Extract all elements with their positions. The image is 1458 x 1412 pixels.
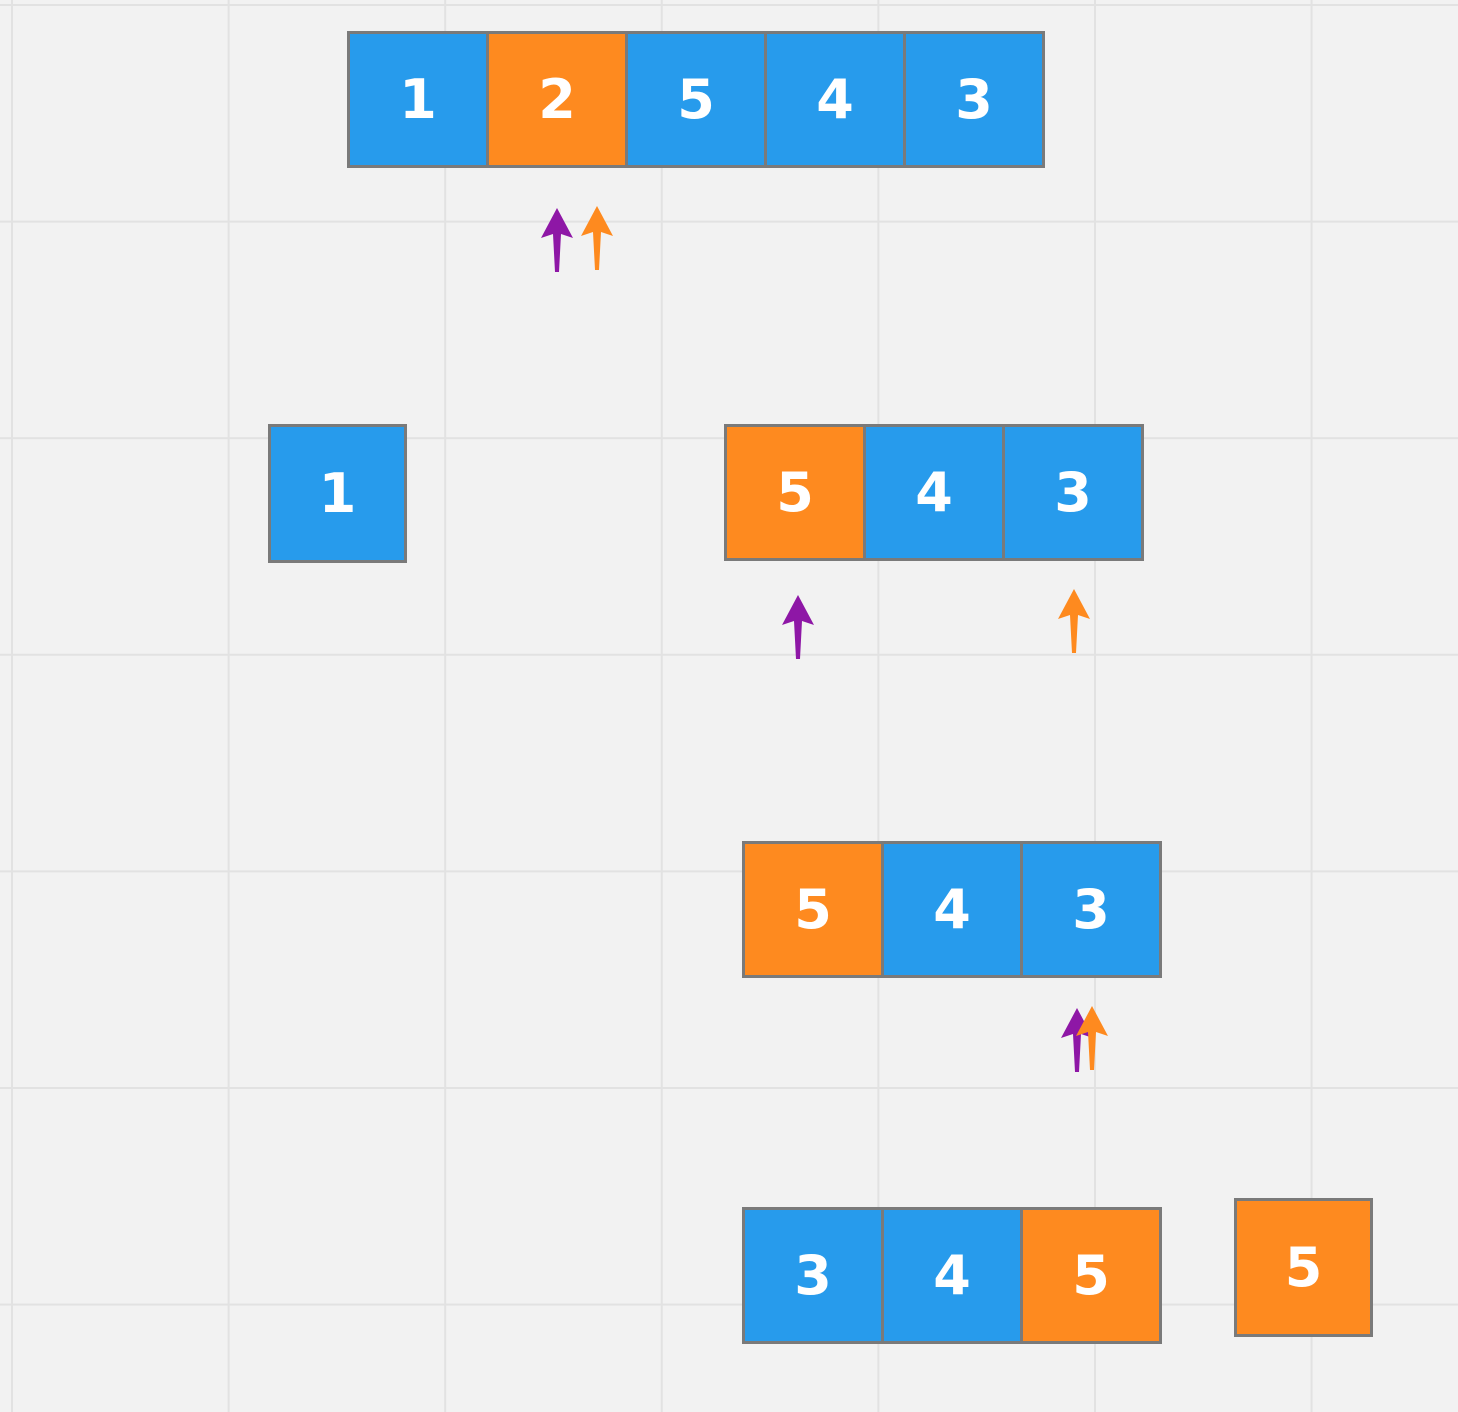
stage4-right-block: 5: [1234, 1198, 1373, 1337]
stage1-cell-2: 2: [489, 34, 625, 165]
stage4-cell-3: 5: [1023, 1210, 1159, 1341]
stage1-cell-4: 4: [767, 34, 903, 165]
stage1-cell-5: 3: [906, 34, 1042, 165]
stage4-cell-2: 4: [884, 1210, 1020, 1341]
stage3-cell-2: 4: [884, 844, 1020, 975]
stage3-cell-3: 3: [1023, 844, 1159, 975]
orange-arrow-icon: [1054, 587, 1094, 657]
stage2-cell-3: 3: [1005, 427, 1141, 558]
stage3-cell-1: 5: [745, 844, 881, 975]
purple-arrow-icon: [778, 593, 818, 663]
stage4-cell-1: 3: [745, 1210, 881, 1341]
stage1-cell-1: 1: [350, 34, 486, 165]
stage1-array: 1 2 5 4 3: [347, 31, 1045, 168]
purple-arrow-icon: [537, 206, 577, 276]
orange-arrow-icon: [1072, 1004, 1112, 1074]
stage3-array: 5 4 3: [742, 841, 1162, 978]
stage2-array: 5 4 3: [724, 424, 1144, 561]
stage2-cell-1: 5: [727, 427, 863, 558]
stage2-cell-2: 4: [866, 427, 1002, 558]
stage4-array: 3 4 5: [742, 1207, 1162, 1344]
stage1-cell-3: 5: [628, 34, 764, 165]
stage2-left-block: 1: [268, 424, 407, 563]
orange-arrow-icon: [577, 204, 617, 274]
